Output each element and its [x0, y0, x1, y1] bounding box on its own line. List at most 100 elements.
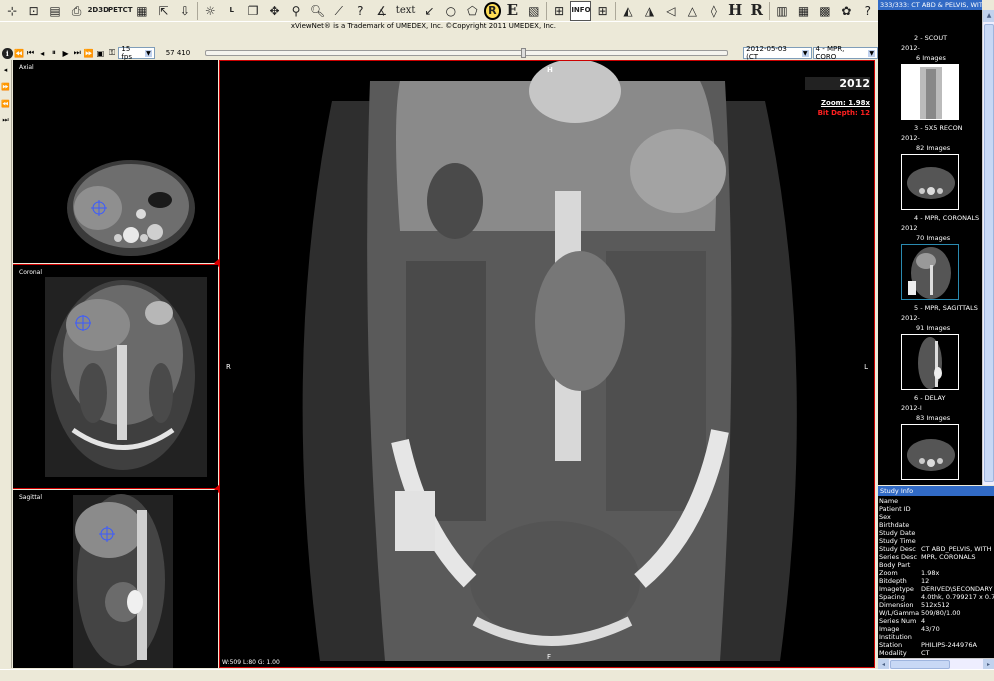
- series-item[interactable]: 5 - MPR, SAGITTALS 2012- 91 Images: [878, 304, 982, 394]
- study-date-select[interactable]: 2012-05-03 (CT ▼: [743, 45, 812, 61]
- study-info-row: Name: [879, 497, 899, 505]
- study-info-row: Imagetype DERIVED\SECONDARY: [879, 585, 993, 593]
- arrow-annotation-icon[interactable]: ↙: [419, 1, 439, 21]
- ruler-icon[interactable]: ⟋: [329, 1, 349, 21]
- e-button[interactable]: E: [502, 1, 522, 21]
- coronal-viewport[interactable]: Coronal: [13, 264, 218, 489]
- axial-label: Axial: [19, 64, 34, 71]
- study-info-row: Sex: [879, 513, 891, 521]
- scroll-up-icon[interactable]: ▲: [983, 10, 994, 22]
- study-info-row: Series Desc MPR, CORONALS: [879, 553, 976, 561]
- layout-2x2-icon[interactable]: ▩: [815, 1, 835, 21]
- export-icon[interactable]: ⇱: [153, 1, 173, 21]
- series-thumbnail[interactable]: [901, 424, 959, 480]
- brightness-icon[interactable]: ☼: [200, 1, 220, 21]
- crosshair-icon[interactable]: ⊞: [592, 1, 612, 21]
- main-viewport[interactable]: 2012 Zoom: 1.98x Bit Depth: 12 W:509 L:8…: [219, 60, 875, 668]
- sagittal-viewport[interactable]: Sagittal: [13, 490, 218, 668]
- help-icon[interactable]: ?: [858, 1, 878, 21]
- skip-end-icon[interactable]: ⏭: [0, 113, 11, 128]
- last-frame-icon[interactable]: ⏩: [83, 47, 94, 59]
- series-thumbnail-list[interactable]: 2 - SCOUT 2012- 6 Images 3 - 5X5 RECON 2…: [878, 10, 982, 485]
- pan-icon[interactable]: ✥: [264, 1, 284, 21]
- first-frame-icon[interactable]: ⏮: [25, 47, 36, 59]
- next-frame-icon[interactable]: ⏭: [72, 47, 83, 59]
- camera-icon[interactable]: ▣: [95, 47, 106, 59]
- stack-icon[interactable]: ❐: [243, 1, 263, 21]
- fps-select[interactable]: 15 fps ▼: [118, 45, 155, 61]
- series-list-scroll-thumb[interactable]: [984, 24, 994, 482]
- series-thumbnail[interactable]: [901, 334, 959, 390]
- l-marker-button[interactable]: L: [221, 1, 241, 21]
- angle-icon[interactable]: ∡: [372, 1, 392, 21]
- study-info-scroll-thumb[interactable]: [890, 660, 950, 669]
- series-select[interactable]: 4 - MPR, CORO ▼: [812, 45, 878, 61]
- series-item[interactable]: 2 - SCOUT 2012- 6 Images: [878, 34, 982, 124]
- bit-depth-overlay: Bit Depth: 12: [817, 109, 870, 117]
- layout-icon[interactable]: ▧: [524, 1, 544, 21]
- print-icon[interactable]: ⎙: [66, 1, 86, 21]
- study-info-row: Body Part: [879, 561, 911, 569]
- series-thumbnail-selected[interactable]: [901, 244, 959, 300]
- series-thumbnail[interactable]: [901, 154, 959, 210]
- chevron-down-icon: ▼: [145, 49, 152, 57]
- zoom-icon[interactable]: ⚲: [286, 1, 306, 21]
- series-thumbnail[interactable]: [901, 64, 959, 120]
- report-icon[interactable]: ▦: [132, 1, 152, 21]
- palette-icon[interactable]: ✿: [836, 1, 856, 21]
- layout-3x3-icon[interactable]: ▦: [793, 1, 813, 21]
- invert-icon[interactable]: ◊: [704, 1, 724, 21]
- study-info-row: Spacing4.0thk, 0.799217 x 0.7992: [879, 593, 994, 601]
- frame-slider[interactable]: [205, 48, 729, 58]
- h-button[interactable]: H: [725, 1, 745, 21]
- series-count: 82 Images: [916, 144, 951, 152]
- series-item[interactable]: 4 - MPR, CORONALS 2012 70 Images: [878, 214, 982, 304]
- rotate-left-icon[interactable]: ◁: [661, 1, 681, 21]
- rotate-r-button[interactable]: R: [483, 1, 502, 20]
- toggle-2d-3d-button[interactable]: 2D 3D: [88, 1, 109, 21]
- series-item[interactable]: 3 - 5X5 RECON 2012- 82 Images: [878, 124, 982, 214]
- freehand-annotation-icon[interactable]: ⬠: [462, 1, 482, 21]
- study-info-row: Station PHILIPS-244976A: [879, 641, 977, 649]
- info-button[interactable]: INFO: [570, 0, 592, 21]
- rewind-icon[interactable]: ⏪: [14, 47, 25, 59]
- query-icon[interactable]: ?: [350, 1, 370, 21]
- chevron-down-icon: ▼: [801, 49, 809, 57]
- ellipse-annotation-icon[interactable]: ○: [441, 1, 461, 21]
- series-item[interactable]: 6 - DELAY 2012-I 83 Images: [878, 394, 982, 484]
- skip-forward-icon[interactable]: ⏩: [0, 79, 11, 94]
- series-count: 83 Images: [916, 414, 951, 422]
- text-annotation-button[interactable]: text: [393, 1, 418, 21]
- coronal-label: Coronal: [19, 269, 43, 276]
- skip-back-icon[interactable]: ⏪: [0, 96, 11, 111]
- info-icon[interactable]: i: [2, 47, 13, 59]
- flip-vertical-icon[interactable]: ◮: [639, 1, 659, 21]
- study-info-scrollbar[interactable]: ◂ ▸: [878, 658, 994, 670]
- zoom-overlay: Zoom: 1.98x: [820, 99, 870, 107]
- series-panel-title: 333/333: CT ABD & PELVIS, WITH: [878, 0, 982, 10]
- series-name: 6 - DELAY: [914, 394, 946, 402]
- study-info-row: W/L/Gamma 509/80/1.00: [879, 609, 961, 617]
- window-layout-icon[interactable]: ▤: [45, 1, 65, 21]
- play-icon[interactable]: ▶: [60, 47, 71, 59]
- key-icon[interactable]: ⚿: [107, 47, 118, 59]
- select-region-icon[interactable]: ⊹: [2, 1, 22, 21]
- study-info-row: Study Desc CT ABD_PELVIS, WITH: [879, 545, 992, 553]
- toggle-pet-ct-button[interactable]: PET CT: [108, 1, 133, 21]
- pause-icon[interactable]: ⏸: [49, 47, 60, 59]
- download-icon[interactable]: ⇩: [175, 1, 195, 21]
- expand-left-icon[interactable]: ◂: [0, 62, 11, 77]
- fit-window-icon[interactable]: ⊡: [23, 1, 43, 21]
- study-info-header: Study Info: [878, 486, 994, 496]
- study-info-row: Birthdate: [879, 521, 910, 529]
- series-list-scrollbar[interactable]: ▲: [982, 10, 994, 485]
- reset-button[interactable]: R: [746, 1, 766, 21]
- frame-slider-thumb[interactable]: [520, 48, 526, 58]
- rotate-right-icon[interactable]: △: [682, 1, 702, 21]
- grid-layout-icon[interactable]: ⊞: [549, 1, 569, 21]
- flip-horizontal-icon[interactable]: ◭: [618, 1, 638, 21]
- axial-viewport[interactable]: Axial: [13, 60, 218, 263]
- previous-frame-icon[interactable]: ◂: [37, 47, 48, 59]
- layout-1x2-icon[interactable]: ▥: [772, 1, 792, 21]
- magnify-icon[interactable]: 🔍︎: [307, 1, 327, 21]
